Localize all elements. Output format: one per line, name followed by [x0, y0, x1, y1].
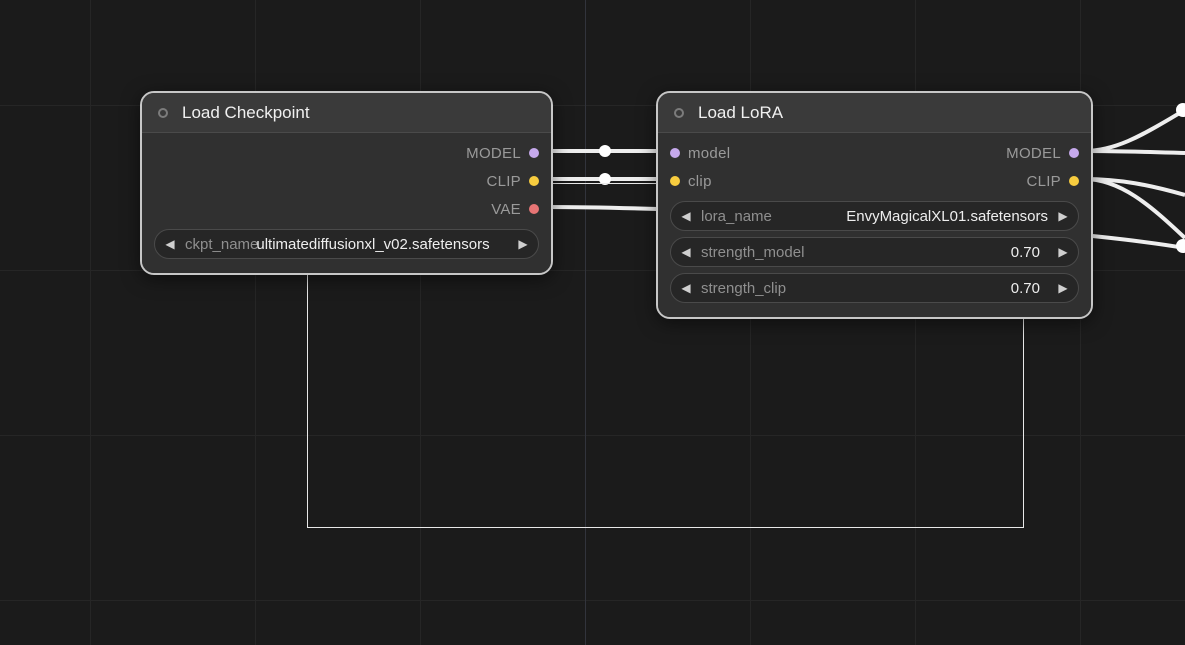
chevron-right-icon[interactable]: ▶: [1056, 209, 1070, 223]
port-out-model[interactable]: [529, 148, 539, 158]
output-label-clip: CLIP: [1026, 173, 1061, 190]
output-label-model: MODEL: [1006, 145, 1061, 162]
widget-lora-name[interactable]: ◀ lora_name EnvyMagicalXL01.safetensors …: [670, 201, 1079, 231]
port-out-model[interactable]: [1069, 148, 1079, 158]
wire-lora-model-out-b: [1084, 151, 1185, 153]
chevron-right-icon[interactable]: ▶: [1056, 245, 1070, 259]
widget-value: 0.70: [1011, 244, 1040, 261]
node-load-checkpoint[interactable]: Load Checkpoint MODEL CLIP VAE ◀ ckpt_na…: [140, 91, 553, 275]
chevron-left-icon[interactable]: ◀: [679, 209, 693, 223]
widget-value: EnvyMagicalXL01.safetensors: [770, 208, 1048, 225]
wire-junction-top-right: [1176, 103, 1185, 117]
input-label-model: model: [688, 145, 730, 162]
collapse-icon[interactable]: [674, 108, 684, 118]
widget-value: 0.70: [1011, 280, 1040, 297]
widget-label: strength_clip: [701, 280, 786, 297]
chevron-left-icon[interactable]: ◀: [679, 281, 693, 295]
output-row-clip: CLIP: [142, 167, 551, 195]
widget-ckpt-name[interactable]: ◀ ckpt_name ultimatediffusionxl_v02.safe…: [154, 229, 539, 259]
chevron-right-icon[interactable]: ▶: [516, 237, 530, 251]
chevron-right-icon[interactable]: ▶: [1056, 281, 1070, 295]
port-in-clip[interactable]: [670, 176, 680, 186]
wire-model-handle: [599, 145, 611, 157]
io-row-clip: clip CLIP: [658, 167, 1091, 195]
widget-value: ultimatediffusionxl_v02.safetensors: [256, 236, 508, 253]
port-out-vae[interactable]: [529, 204, 539, 214]
input-label-clip: clip: [688, 173, 712, 190]
node-load-lora[interactable]: Load LoRA model MODEL clip CLIP: [656, 91, 1093, 319]
node-header[interactable]: Load LoRA: [658, 93, 1091, 133]
wire-lora-model-out-a: [1084, 110, 1185, 151]
io-row-model: model MODEL: [658, 139, 1091, 167]
chevron-left-icon[interactable]: ◀: [163, 237, 177, 251]
collapse-icon[interactable]: [158, 108, 168, 118]
wire-lora-clip-out-b: [1084, 179, 1185, 238]
output-label-vae: VAE: [491, 201, 521, 218]
chevron-left-icon[interactable]: ◀: [679, 245, 693, 259]
node-body: model MODEL clip CLIP ◀ lora_name EnvyMa…: [658, 133, 1091, 317]
output-label-clip: CLIP: [486, 173, 521, 190]
node-title: Load LoRA: [698, 103, 783, 123]
widget-strength-clip[interactable]: ◀ strength_clip 0.70 ▶: [670, 273, 1079, 303]
node-title: Load Checkpoint: [182, 103, 310, 123]
output-row-model: MODEL: [142, 139, 551, 167]
port-out-clip[interactable]: [529, 176, 539, 186]
output-label-model: MODEL: [466, 145, 521, 162]
node-body: MODEL CLIP VAE ◀ ckpt_name ultimatediffu…: [142, 133, 551, 273]
output-row-vae: VAE: [142, 195, 551, 223]
widget-label: strength_model: [701, 244, 804, 261]
wire-junction-mid-right: [1176, 239, 1185, 253]
wire-lora-clip-out-a: [1084, 179, 1185, 195]
widget-strength-model[interactable]: ◀ strength_model 0.70 ▶: [670, 237, 1079, 267]
widget-label: ckpt_name: [185, 236, 258, 253]
widget-label: lora_name: [701, 208, 772, 225]
node-header[interactable]: Load Checkpoint: [142, 93, 551, 133]
port-out-clip[interactable]: [1069, 176, 1079, 186]
port-in-model[interactable]: [670, 148, 680, 158]
canvas-center-guide: [585, 0, 586, 645]
wire-clip-handle: [599, 173, 611, 185]
